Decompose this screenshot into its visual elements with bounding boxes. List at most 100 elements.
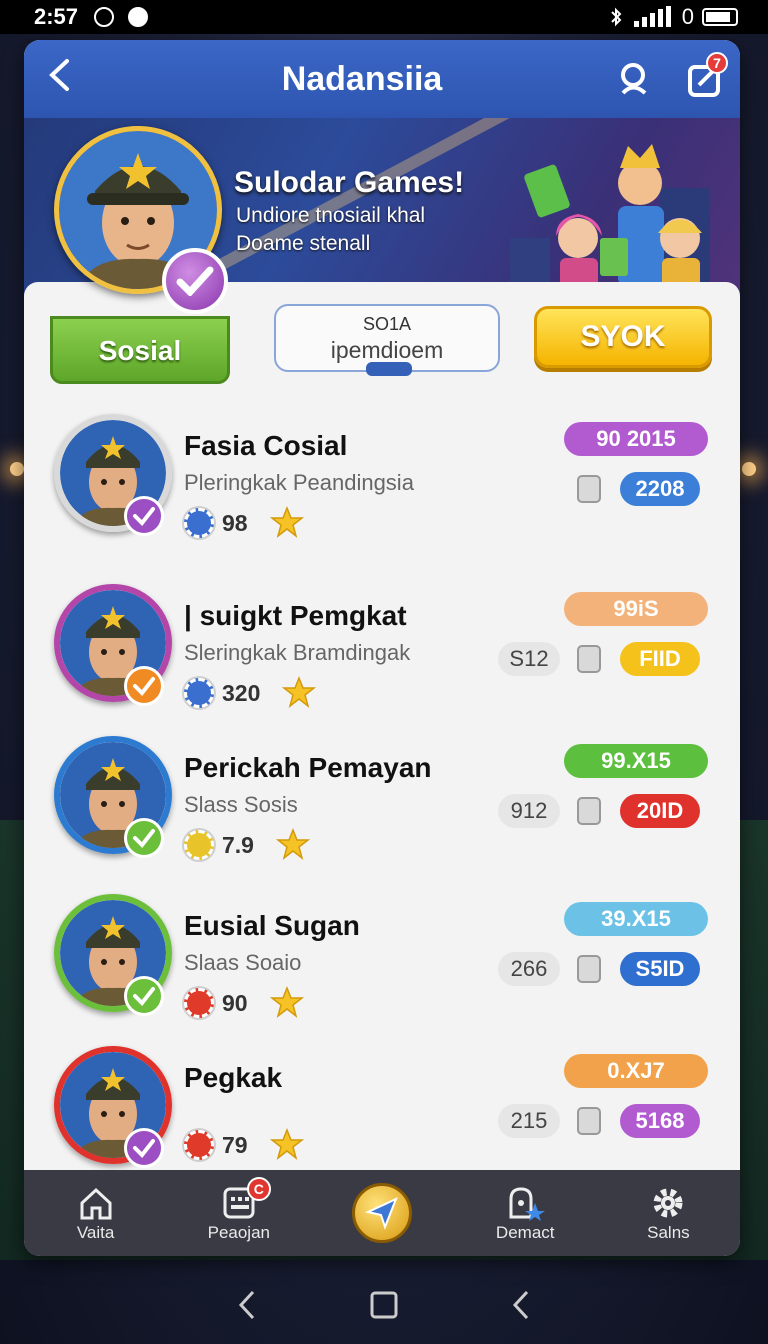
player-rank-pill: 39.X15	[564, 902, 708, 936]
room-selector[interactable]: SO1A ipemdioem	[274, 304, 500, 376]
user-profile-badge[interactable]: Sosial	[50, 126, 230, 386]
home-icon	[80, 1187, 112, 1220]
send-icon	[365, 1197, 398, 1230]
checkmark-icon	[133, 987, 155, 1006]
nav-label: Salns	[647, 1223, 690, 1242]
system-navigation	[0, 1266, 768, 1344]
checkmark-icon	[133, 829, 155, 848]
nav-item-demact[interactable]: Demact	[454, 1183, 597, 1243]
player-verified-badge	[124, 496, 164, 536]
room-code: SO1A	[362, 314, 412, 334]
nav-badge: C	[246, 1177, 271, 1201]
top-bar: Nadansiia 7	[24, 40, 740, 118]
player-score: 90	[184, 986, 304, 1020]
search-icon	[621, 63, 647, 95]
system-back-icon[interactable]	[235, 1288, 259, 1322]
player-chip-count: S12	[498, 642, 560, 676]
banner-subtitle: Undiore tnosiail khal	[236, 204, 426, 227]
navigation-icon	[128, 7, 149, 27]
back-button[interactable]	[24, 40, 94, 118]
player-score-value: 7.9	[222, 831, 254, 858]
profile-icon	[509, 1187, 546, 1221]
player-name: Eusial Sugan	[184, 910, 360, 941]
player-chip-count: 912	[498, 794, 560, 828]
trophy-icon	[572, 794, 606, 828]
banner-headline: Sulodar Games!	[234, 166, 465, 199]
player-score-value: 98	[222, 509, 248, 536]
player-subtitle: Slaas Soaio	[184, 950, 302, 975]
player-subtitle: Sleringkak Bramdingak	[184, 640, 411, 665]
player-chip-count: 266	[498, 952, 560, 986]
player-name: Pegkak	[184, 1062, 283, 1093]
player-score-value: 320	[222, 679, 261, 706]
player-row[interactable]: Perickah Pemayan Slass Sosis 7.9 99.X15 …	[24, 736, 740, 896]
star-icon	[269, 986, 304, 1018]
banner-subtitle: Doame stenall	[236, 232, 371, 255]
player-points-pill: 20ID	[620, 794, 700, 828]
nav-item-send[interactable]	[310, 1183, 453, 1243]
player-points-pill: S5ID	[620, 952, 700, 986]
notification-badge: 7	[706, 52, 728, 74]
leaderboard-panel: SO1A ipemdioem SYOK Fasia Cosial Plering…	[24, 282, 740, 1170]
star-icon	[282, 676, 317, 708]
gear-icon	[653, 1188, 683, 1218]
nav-item-peaojan[interactable]: C Peaojan	[167, 1177, 310, 1243]
player-rank-pill: 90 2015	[564, 422, 708, 456]
star-icon	[269, 506, 304, 538]
star-icon	[269, 1128, 304, 1160]
star-icon	[275, 828, 310, 860]
stadium-light	[742, 462, 756, 476]
chip-icon	[184, 1130, 214, 1160]
page-title: Nadansiia	[281, 59, 443, 98]
chip-icon	[184, 988, 214, 1018]
back-arrow-icon	[49, 59, 69, 91]
status-bar: 2:57 0	[0, 0, 768, 34]
trophy-icon	[572, 472, 606, 506]
player-verified-badge	[124, 976, 164, 1016]
player-name: | suigkt Pemgkat	[184, 600, 407, 631]
player-row[interactable]: Fasia Cosial Pleringkak Peandingsia 98 9…	[24, 414, 740, 574]
search-button[interactable]	[600, 40, 670, 118]
chip-icon	[184, 508, 214, 538]
compose-button[interactable]: 7	[670, 40, 740, 118]
checkmark-icon	[133, 507, 155, 526]
alarm-icon	[94, 7, 115, 27]
bottom-navigation: Vaita C Peaojan Demact Salns	[24, 1170, 740, 1256]
send-button[interactable]	[352, 1183, 412, 1243]
syok-button[interactable]: SYOK	[534, 306, 712, 368]
player-subtitle: Slass Sosis	[184, 792, 298, 817]
trophy-icon	[572, 642, 606, 676]
player-chip-count: 215	[498, 1104, 560, 1138]
player-score: 98	[184, 506, 304, 540]
room-name: ipemdioem	[330, 337, 444, 363]
player-row[interactable]: Eusial Sugan Slaas Soaio 90 39.X15 S5ID …	[24, 894, 740, 1054]
system-home-icon[interactable]	[369, 1290, 399, 1320]
player-points-pill: 2208	[620, 472, 700, 506]
trophy-icon	[572, 952, 606, 986]
stadium-light	[10, 462, 24, 476]
player-score-value: 79	[222, 1131, 248, 1158]
player-rank-pill: 0.XJ7	[564, 1054, 708, 1088]
selector-handle[interactable]	[366, 362, 412, 376]
signal-icon	[633, 6, 671, 27]
player-rank-pill: 99iS	[564, 592, 708, 626]
player-points-pill: 5168	[620, 1104, 700, 1138]
player-verified-badge	[124, 1128, 164, 1168]
nav-item-salns[interactable]: Salns	[597, 1183, 740, 1243]
status-text: 0	[681, 4, 694, 29]
trophy-icon	[572, 1104, 606, 1138]
player-verified-badge	[124, 818, 164, 858]
battery-icon	[702, 8, 738, 26]
chip-icon	[184, 678, 214, 708]
nav-label: Vaita	[76, 1223, 115, 1242]
player-rank-pill: 99.X15	[564, 744, 708, 778]
nav-item-vaita[interactable]: Vaita	[24, 1183, 167, 1243]
verified-badge	[162, 248, 228, 314]
nav-label: Demact	[495, 1223, 555, 1242]
system-recent-icon[interactable]	[509, 1288, 533, 1322]
player-row[interactable]: | suigkt Pemgkat Sleringkak Bramdingak 3…	[24, 584, 740, 744]
player-subtitle: Pleringkak Peandingsia	[184, 470, 414, 495]
bluetooth-icon	[611, 7, 622, 27]
checkmark-icon	[133, 677, 155, 696]
nav-label: Peaojan	[207, 1223, 270, 1242]
